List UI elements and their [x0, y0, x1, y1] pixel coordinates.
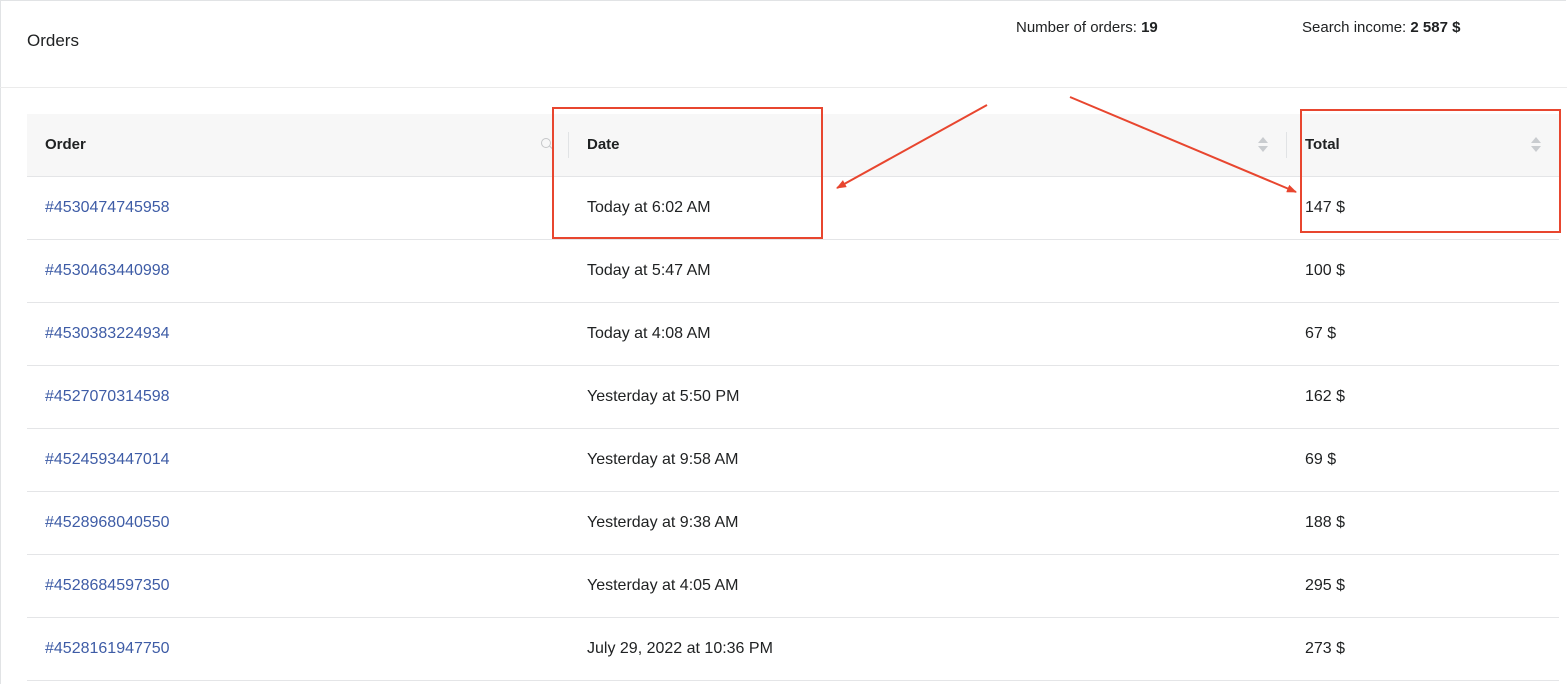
orders-count-label: Number of orders:	[1016, 19, 1137, 36]
order-link[interactable]: #4528684597350	[45, 555, 170, 617]
order-link[interactable]: #4528161947750	[45, 618, 170, 680]
column-header-total[interactable]: Total	[1305, 114, 1340, 176]
search-income-label: Search income:	[1302, 19, 1407, 36]
order-link[interactable]: #4530474745958	[45, 177, 170, 239]
order-total: 162 $	[1305, 388, 1346, 405]
table-row: #4528684597350 Yesterday at 4:05 AM 295 …	[27, 555, 1559, 618]
order-date: July 29, 2022 at 10:36 PM	[587, 640, 773, 657]
order-date: Yesterday at 5:50 PM	[587, 388, 740, 405]
order-date: Yesterday at 9:38 AM	[587, 514, 739, 531]
table-row: #4528161947750 July 29, 2022 at 10:36 PM…	[27, 618, 1559, 681]
order-date: Yesterday at 9:58 AM	[587, 451, 739, 468]
order-total: 67 $	[1305, 325, 1337, 342]
table-row: #4530383224934 Today at 4:08 AM 67 $	[27, 303, 1559, 366]
search-icon[interactable]	[541, 138, 551, 148]
order-link[interactable]: #4530383224934	[45, 303, 170, 365]
order-total: 100 $	[1305, 262, 1346, 279]
order-total: 273 $	[1305, 640, 1346, 657]
order-total: 188 $	[1305, 514, 1346, 531]
table-header: Order Date Total	[27, 114, 1559, 177]
order-date: Yesterday at 4:05 AM	[587, 577, 739, 594]
order-total: 147 $	[1305, 199, 1346, 216]
order-date: Today at 6:02 AM	[587, 199, 711, 216]
order-link[interactable]: #4527070314598	[45, 366, 170, 428]
orders-count-stat: Number of orders: 19	[1016, 19, 1158, 36]
table-row: #4528968040550 Yesterday at 9:38 AM 188 …	[27, 492, 1559, 555]
order-date: Today at 4:08 AM	[587, 325, 711, 342]
sort-icon[interactable]	[1258, 136, 1268, 154]
orders-table: Order Date Total #4530474745958 Today at…	[27, 114, 1559, 681]
column-divider	[568, 132, 569, 158]
column-divider	[1286, 132, 1287, 158]
table-row: #4524593447014 Yesterday at 9:58 AM 69 $	[27, 429, 1559, 492]
orders-count-value: 19	[1141, 19, 1158, 36]
order-total: 295 $	[1305, 577, 1346, 594]
column-header-order[interactable]: Order	[45, 114, 86, 176]
column-header-date[interactable]: Date	[587, 114, 620, 176]
table-row: #4527070314598 Yesterday at 5:50 PM 162 …	[27, 366, 1559, 429]
order-date: Today at 5:47 AM	[587, 262, 711, 279]
order-link[interactable]: #4524593447014	[45, 429, 170, 491]
sort-icon[interactable]	[1531, 136, 1541, 154]
order-total: 69 $	[1305, 451, 1337, 468]
page-title: Orders	[27, 31, 79, 50]
table-row: #4530463440998 Today at 5:47 AM 100 $	[27, 240, 1559, 303]
search-income-stat: Search income: 2 587 $	[1302, 19, 1460, 36]
search-income-value: 2 587 $	[1410, 19, 1461, 36]
header-bar: Orders Number of orders: 19 Search incom…	[0, 0, 1567, 88]
table-row: #4530474745958 Today at 6:02 AM 147 $	[27, 177, 1559, 240]
order-link[interactable]: #4530463440998	[45, 240, 170, 302]
order-link[interactable]: #4528968040550	[45, 492, 170, 554]
